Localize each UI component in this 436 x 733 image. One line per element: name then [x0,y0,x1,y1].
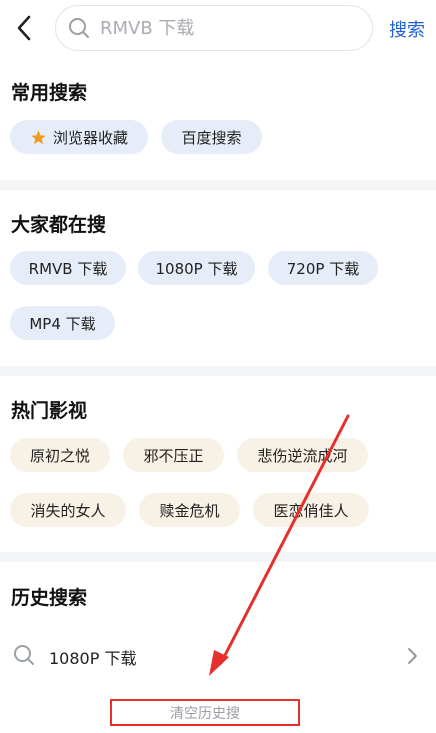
chip-label: 邪不压正 [143,446,204,465]
chip-label: 原初之悦 [29,446,90,465]
chip-label: 医恋俏佳人 [273,501,349,520]
search-icon [14,645,34,665]
search-icon [69,18,89,38]
section-divider [0,552,436,562]
chip-browser-favorites[interactable]: 浏览器收藏 [10,120,148,154]
back-button[interactable] [10,12,38,44]
history-item-label: 1080P 下载 [49,649,137,668]
chip-label: 百度搜索 [181,128,242,147]
search-input[interactable] [98,16,352,40]
history-item[interactable]: 1080P 下载 [0,636,436,676]
search-box[interactable] [55,5,373,51]
chip-popular[interactable]: MP4 下载 [10,306,115,340]
chevron-right-icon [408,648,417,664]
clear-history-label: 清空历史搜 [170,705,240,722]
chip-label: 1080P 下载 [155,259,238,278]
section-divider [0,366,436,376]
popular-search-title: 大家都在搜 [11,214,107,236]
chip-label: 720P 下载 [286,259,360,278]
common-search-title: 常用搜索 [11,82,88,104]
chip-baidu-search[interactable]: 百度搜索 [161,120,262,154]
chip-hot-video[interactable]: 邪不压正 [123,438,224,472]
top-bar: 搜索 [0,0,436,58]
hot-videos-title: 热门影视 [11,400,88,422]
chip-label: 悲伤逆流成河 [257,446,348,465]
chip-hot-video[interactable]: 消失的女人 [10,493,126,527]
chip-label: MP4 下载 [29,314,96,333]
chip-hot-video[interactable]: 医恋俏佳人 [253,493,369,527]
chip-hot-video[interactable]: 赎金危机 [139,493,240,527]
chip-popular[interactable]: 720P 下载 [268,251,378,285]
chip-label: 赎金危机 [159,501,220,520]
search-button[interactable]: 搜索 [389,16,425,42]
chip-label: RMVB 下载 [28,259,108,278]
chip-hot-video[interactable]: 悲伤逆流成河 [237,438,368,472]
star-icon [31,129,46,144]
chip-label: 浏览器收藏 [52,128,128,147]
chip-popular[interactable]: 1080P 下载 [138,251,255,285]
chip-popular[interactable]: RMVB 下载 [10,251,126,285]
clear-history-button[interactable]: 清空历史搜 [110,699,300,726]
section-divider [0,180,436,190]
history-title: 历史搜索 [11,587,88,609]
chip-label: 消失的女人 [30,501,106,520]
chevron-left-icon [17,15,31,41]
chip-hot-video[interactable]: 原初之悦 [10,438,110,472]
